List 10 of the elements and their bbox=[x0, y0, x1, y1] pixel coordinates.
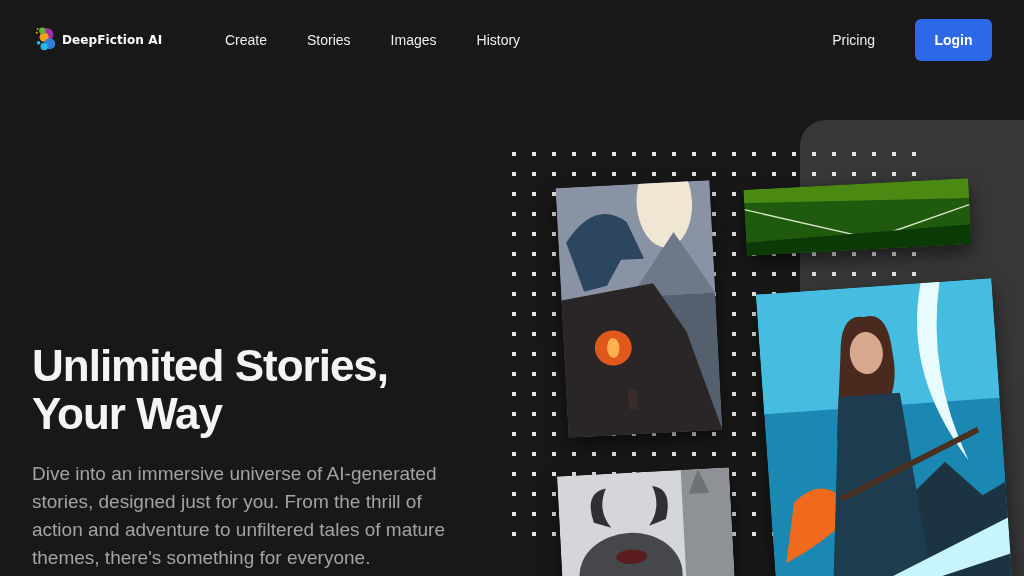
hero-title: Unlimited Stories, bbox=[32, 342, 390, 390]
hero-title: Your Way bbox=[32, 390, 224, 438]
nav-link[interactable]: Stories bbox=[302, 32, 356, 48]
brand-name[interactable]: DeepFiction AI bbox=[62, 33, 163, 47]
nav-link[interactable]: Create bbox=[220, 32, 273, 48]
hero-description: Dive into an immersive universe of AI-generated stories, designed just for you. From the thrill of action and adventure to unfiltered tales of mature themes, there's something for everyone. bbox=[32, 462, 446, 570]
login-button[interactable]: Login bbox=[915, 19, 992, 61]
nav-link[interactable]: Images bbox=[385, 32, 442, 48]
nav-link[interactable]: History bbox=[471, 32, 526, 48]
pricing-link[interactable]: Pricing bbox=[832, 32, 875, 48]
